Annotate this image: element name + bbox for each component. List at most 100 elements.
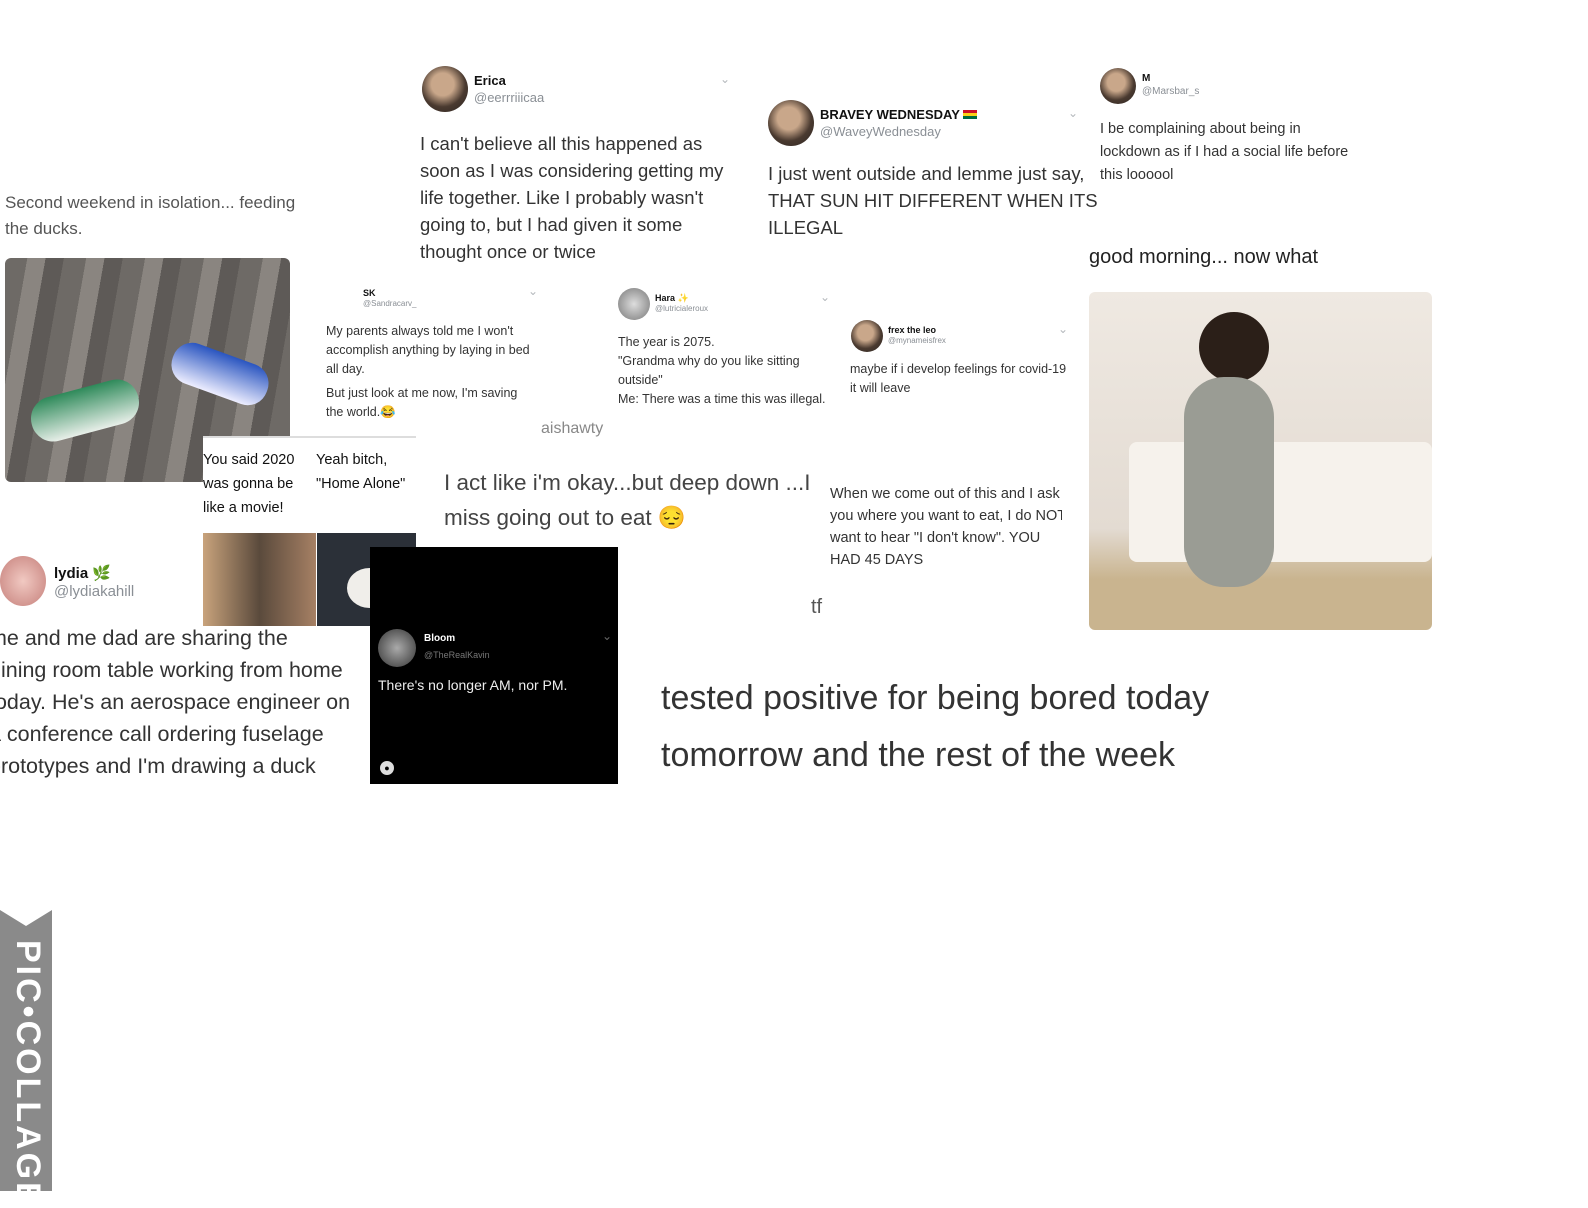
text-line: My parents always told me I won't bbox=[326, 324, 514, 338]
tf-text: tf bbox=[811, 596, 823, 618]
bloom-tweet-card: Bloom @TheRealKavin ⌄ There's no longer … bbox=[370, 547, 618, 784]
okay-text: I act like i'm okay...but deep down ...I… bbox=[444, 465, 811, 535]
avatar bbox=[768, 100, 814, 146]
text-line: want to hear "I don't know". YOU bbox=[830, 530, 1041, 546]
ghana-flag-icon bbox=[963, 110, 978, 119]
tweet-text: My parents always told me I won't accomp… bbox=[326, 322, 530, 422]
text-line: a conference call ordering fuselage bbox=[0, 722, 324, 746]
text-line: life together. Like I probably wasn't bbox=[420, 187, 704, 208]
chevron-down-icon: ⌄ bbox=[1068, 106, 1079, 120]
text-line: prototypes and I'm drawing a duck bbox=[0, 754, 316, 778]
handle: @WaveyWednesday bbox=[820, 124, 941, 139]
text-line: the world.😂 bbox=[326, 405, 396, 419]
text-line: HAD 45 DAYS bbox=[830, 552, 924, 568]
text-line: like a movie! bbox=[203, 500, 284, 516]
text-line: tested positive for being bored today bbox=[661, 679, 1210, 717]
text-line: me and me dad are sharing the bbox=[0, 626, 288, 650]
username: frex the leo bbox=[888, 325, 937, 335]
text-line: "Grandma why do you like sitting bbox=[618, 354, 800, 368]
handle: @mynameisfrex bbox=[888, 336, 946, 345]
text-line: THAT SUN HIT DIFFERENT WHEN ITS bbox=[768, 190, 1098, 211]
username: Hara ✨ bbox=[655, 293, 689, 303]
handle: @Marsbar_s bbox=[1142, 86, 1200, 97]
sofa-image bbox=[1129, 442, 1432, 562]
text-line: accomplish anything by laying in bed bbox=[326, 343, 530, 357]
caption-line: Second weekend in isolation... feeding bbox=[5, 193, 296, 212]
text-line: Yeah bitch, bbox=[316, 452, 388, 468]
avatar bbox=[378, 629, 416, 667]
username: Erica bbox=[474, 73, 506, 88]
text-line: When we come out of this and I ask bbox=[830, 486, 1060, 502]
text-line: I be complaining about being in bbox=[1100, 121, 1301, 137]
tweet-text: me and me dad are sharing the dining roo… bbox=[0, 622, 350, 782]
tweet-text: There's no longer AM, nor PM. bbox=[378, 677, 568, 693]
text-line: You said 2020 bbox=[203, 452, 295, 468]
text-line: this loooool bbox=[1100, 167, 1174, 183]
text-line: outside" bbox=[618, 373, 663, 387]
morning-caption: good morning... now what bbox=[1089, 246, 1319, 268]
chevron-down-icon: ⌄ bbox=[1058, 322, 1069, 336]
text-line: you where you want to eat, I do NOT bbox=[830, 508, 1062, 524]
bottle-image bbox=[26, 374, 144, 447]
caption-line: the ducks. bbox=[5, 219, 83, 238]
text-line: Me: There was a time this was illegal. bbox=[618, 392, 826, 406]
text-line: was gonna be bbox=[203, 476, 294, 492]
chevron-down-icon: ⌄ bbox=[720, 72, 731, 86]
text-line: it will leave bbox=[850, 381, 911, 395]
text-line: I can't believe all this happened as bbox=[420, 133, 703, 154]
username-text: BRAVEY WEDNESDAY bbox=[820, 107, 960, 122]
tweet-text: I be complaining about being in lockdown… bbox=[1100, 118, 1348, 187]
text-line: maybe if i develop feelings for covid-19 bbox=[850, 362, 1067, 376]
pic-collage-watermark: PIC•COLLAGE bbox=[0, 910, 52, 1191]
person-icon: ● bbox=[380, 761, 394, 775]
text-line: I just went outside and lemme just say, bbox=[768, 163, 1085, 184]
toddler-body-image bbox=[1184, 377, 1274, 587]
bored-text: tested positive for being bored today to… bbox=[661, 670, 1209, 784]
text-line: today. He's an aerospace engineer on bbox=[0, 690, 351, 714]
handle: @eerrriiicaa bbox=[474, 90, 545, 105]
text-line: going to, but I had given it some bbox=[420, 214, 683, 235]
tweet-text: I just went outside and lemme just say, … bbox=[768, 160, 1098, 241]
text-line: But just look at me now, I'm saving bbox=[326, 386, 518, 400]
bottle-image bbox=[165, 337, 275, 411]
yelling-women-image bbox=[203, 533, 316, 626]
username: BRAVEY WEDNESDAY bbox=[820, 107, 978, 122]
tweet-text: I can't believe all this happened as soo… bbox=[420, 130, 723, 265]
text-line: I act like i'm okay...but deep down ...I bbox=[444, 470, 811, 495]
username: Bloom bbox=[424, 633, 456, 644]
text-line: tomorrow and the rest of the week bbox=[661, 736, 1176, 774]
toddler-image bbox=[1199, 312, 1269, 382]
avatar bbox=[851, 320, 883, 352]
username: M bbox=[1142, 73, 1151, 84]
meme-left-text: You said 2020 was gonna be like a movie! bbox=[203, 448, 294, 520]
tweet-text: maybe if i develop feelings for covid-19… bbox=[850, 360, 1066, 398]
handle: @Sandracarv_ bbox=[363, 299, 417, 308]
handle: @TheRealKavin bbox=[424, 650, 490, 660]
text-line: thought once or twice bbox=[420, 241, 596, 262]
chevron-down-icon: ⌄ bbox=[528, 284, 539, 298]
avatar bbox=[422, 66, 468, 112]
ducks-caption: Second weekend in isolation... feeding t… bbox=[5, 190, 295, 242]
chevron-down-icon: ⌄ bbox=[602, 629, 613, 643]
avatar bbox=[1100, 68, 1136, 104]
text-line: lockdown as if I had a social life befor… bbox=[1100, 144, 1349, 160]
eat-text: When we come out of this and I ask you w… bbox=[830, 483, 1062, 571]
handle: @lutricialeroux bbox=[655, 304, 709, 313]
aishawty-watermark: aishawty bbox=[541, 420, 604, 437]
text-line: "Home Alone" bbox=[316, 476, 406, 492]
text-line: all day. bbox=[326, 362, 365, 376]
tweet-text: The year is 2075. "Grandma why do you li… bbox=[618, 333, 826, 409]
text-line: miss going out to eat 😔 bbox=[444, 505, 686, 530]
text-line: ILLEGAL bbox=[768, 217, 844, 238]
handle: @lydiakahill bbox=[54, 583, 135, 600]
username: SK bbox=[363, 288, 376, 298]
text-line: soon as I was considering getting my bbox=[420, 160, 724, 181]
watermark-text: PIC•COLLAGE bbox=[9, 940, 47, 1208]
chevron-down-icon: ⌄ bbox=[820, 290, 831, 304]
username: lydia 🌿 bbox=[54, 565, 112, 582]
avatar bbox=[0, 556, 46, 606]
text-line: The year is 2075. bbox=[618, 335, 715, 349]
text-line: dining room table working from home bbox=[0, 658, 343, 682]
toddler-photo bbox=[1089, 292, 1432, 630]
meme-right-text: Yeah bitch, "Home Alone" bbox=[316, 448, 405, 496]
